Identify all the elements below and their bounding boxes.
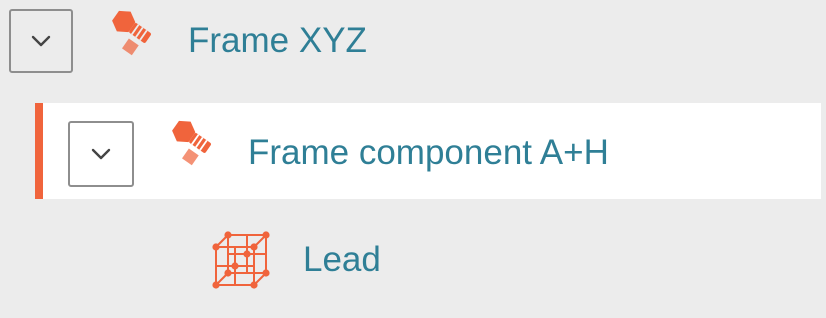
tree-node-label[interactable]: Lead: [303, 240, 381, 280]
chevron-down-icon: [31, 35, 51, 47]
tree-node-label[interactable]: Frame XYZ: [188, 21, 367, 61]
bolt-nut-icon: [172, 120, 211, 166]
expand-toggle-button[interactable]: [68, 121, 134, 187]
cube-frame-icon: [212, 231, 270, 289]
chevron-down-icon: [91, 148, 111, 160]
expand-toggle-button[interactable]: [9, 9, 73, 73]
tree-node-frame-xyz[interactable]: Frame XYZ: [0, 0, 826, 86]
tree-node-label[interactable]: Frame component A+H: [248, 133, 609, 173]
component-tree: Frame XYZ Frame component A+H Lead: [0, 0, 826, 318]
tree-node-frame-component-a-h[interactable]: Frame component A+H: [35, 103, 821, 199]
tree-node-lead[interactable]: Lead: [0, 215, 826, 305]
bolt-nut-icon: [112, 10, 151, 56]
selection-indicator: [35, 103, 43, 199]
